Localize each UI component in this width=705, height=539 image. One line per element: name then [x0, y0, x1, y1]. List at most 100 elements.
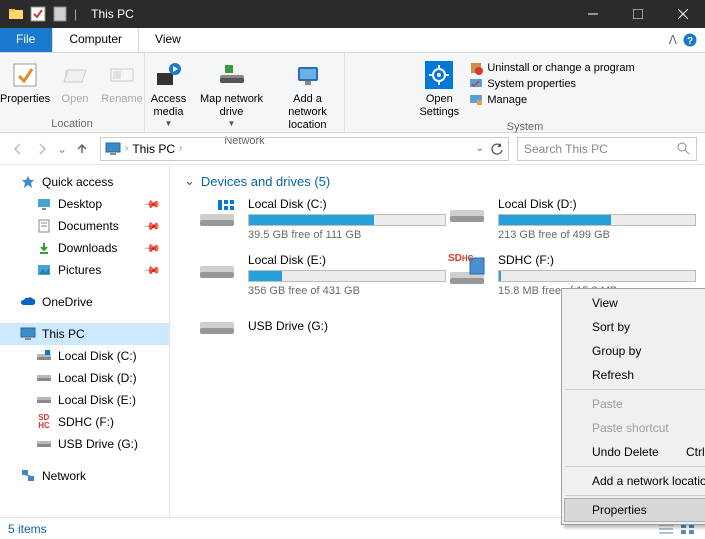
- address-field[interactable]: › This PC › ⌄: [100, 137, 509, 161]
- ribbon-properties[interactable]: Properties: [0, 57, 50, 108]
- ribbon-group-location: Location: [0, 118, 144, 132]
- chevron-down-icon: ⌄: [184, 173, 195, 189]
- tab-file[interactable]: File: [0, 28, 52, 52]
- nav-forward[interactable]: [32, 139, 52, 159]
- downloads-icon: [36, 240, 52, 256]
- sidebar-drive-e[interactable]: Local Disk (E:): [0, 389, 169, 411]
- media-icon: [153, 59, 185, 91]
- minimize-button[interactable]: [570, 0, 615, 28]
- sidebar-documents[interactable]: Documents📌: [0, 215, 169, 237]
- ribbon-map-drive[interactable]: Map network drive ▼: [198, 57, 266, 131]
- uninstall-icon: [469, 61, 483, 75]
- documents-icon: [36, 218, 52, 234]
- nav-back[interactable]: [8, 139, 28, 159]
- drive-item-e[interactable]: Local Disk (E:)356 GB free of 431 GB: [196, 253, 446, 297]
- sdhc-icon: SDHC: [36, 414, 52, 430]
- sidebar-drive-d[interactable]: Local Disk (D:): [0, 367, 169, 389]
- context-view[interactable]: View▶: [564, 291, 705, 315]
- usb-icon: [36, 436, 52, 452]
- drive-icon: [36, 392, 52, 408]
- close-button[interactable]: [660, 0, 705, 28]
- ribbon-access-media[interactable]: Access media ▼: [146, 57, 192, 131]
- thispc-icon: [105, 141, 121, 157]
- ribbon-uninstall[interactable]: Uninstall or change a program: [469, 61, 634, 75]
- status-item-count: 5 items: [8, 522, 47, 536]
- pictures-icon: [36, 262, 52, 278]
- properties-check-icon[interactable]: [30, 6, 46, 22]
- breadcrumb-thispc[interactable]: This PC: [132, 142, 175, 156]
- maximize-button[interactable]: [615, 0, 660, 28]
- desktop-icon: [36, 196, 52, 212]
- refresh-icon[interactable]: [490, 142, 504, 156]
- search-placeholder: Search This PC: [524, 142, 608, 156]
- window-title: This PC: [91, 7, 134, 21]
- context-add-network-location[interactable]: Add a network location: [564, 469, 705, 493]
- ribbon-open-settings[interactable]: Open Settings: [415, 57, 463, 121]
- svg-text:?: ?: [687, 36, 693, 47]
- content-area[interactable]: ⌄ Devices and drives (5) Local Disk (C:)…: [170, 165, 705, 517]
- ribbon-system-properties[interactable]: System properties: [469, 77, 634, 91]
- ribbon-rename: Rename: [100, 57, 144, 108]
- system-props-icon: [469, 77, 483, 91]
- drive-icon: [36, 370, 52, 386]
- collapse-ribbon-icon[interactable]: ᐱ: [669, 33, 677, 47]
- sidebar-downloads[interactable]: Downloads📌: [0, 237, 169, 259]
- properties-icon: [9, 59, 41, 91]
- map-drive-icon: [216, 59, 248, 91]
- manage-icon: [469, 93, 483, 107]
- sidebar-network[interactable]: Network: [0, 465, 169, 487]
- tab-computer[interactable]: Computer: [52, 28, 139, 52]
- titlebar: | This PC: [0, 0, 705, 28]
- context-sort-by[interactable]: Sort by▶: [564, 315, 705, 339]
- sidebar-onedrive[interactable]: OneDrive: [0, 291, 169, 313]
- address-bar: ⌄ › This PC › ⌄ Search This PC: [0, 133, 705, 165]
- sdhc-drive-icon: SDHC: [446, 253, 488, 289]
- search-box[interactable]: Search This PC: [517, 137, 697, 161]
- drive-icon: [196, 197, 238, 233]
- ribbon-add-netloc[interactable]: Add a network location: [272, 57, 344, 135]
- drive-icon: [36, 348, 52, 364]
- context-menu: View▶ Sort by▶ Group by▶ Refresh Paste P…: [561, 288, 705, 525]
- drive-icon: [196, 253, 238, 289]
- drive-item-d[interactable]: Local Disk (D:)213 GB free of 499 GB: [446, 197, 696, 241]
- cloud-icon: [20, 294, 36, 310]
- context-paste-shortcut: Paste shortcut: [564, 416, 705, 440]
- ribbon: Properties Open Rename Location Access m…: [0, 53, 705, 133]
- ribbon-open: Open: [56, 57, 94, 108]
- ribbon-group-system: System: [345, 121, 705, 135]
- tab-view[interactable]: View: [139, 28, 198, 52]
- nav-up[interactable]: [72, 139, 92, 159]
- network-icon: [20, 468, 36, 484]
- drive-item-g[interactable]: USB Drive (G:): [196, 309, 446, 345]
- usb-drive-icon: [196, 309, 238, 345]
- pin-icon: 📌: [143, 195, 162, 214]
- sidebar-pictures[interactable]: Pictures📌: [0, 259, 169, 281]
- sidebar-desktop[interactable]: Desktop📌: [0, 193, 169, 215]
- address-dropdown[interactable]: ⌄: [476, 143, 484, 154]
- section-header[interactable]: ⌄ Devices and drives (5): [178, 173, 705, 189]
- tabs-bar: File Computer View ᐱ ?: [0, 28, 705, 53]
- sidebar-drive-c[interactable]: Local Disk (C:): [0, 345, 169, 367]
- rename-icon: [106, 59, 138, 91]
- settings-gear-icon: [423, 59, 455, 91]
- pin-icon: 📌: [143, 261, 162, 280]
- sidebar-thispc[interactable]: This PC: [0, 323, 169, 345]
- context-undo-delete[interactable]: Undo DeleteCtrl+Z: [564, 440, 705, 464]
- drive-item-c[interactable]: Local Disk (C:)39.5 GB free of 111 GB: [196, 197, 446, 241]
- context-properties[interactable]: Properties: [564, 498, 705, 522]
- ribbon-manage[interactable]: Manage: [469, 93, 634, 107]
- nav-recent[interactable]: ⌄: [56, 139, 68, 159]
- pin-icon: 📌: [143, 217, 162, 236]
- sidebar-quick-access[interactable]: Quick access: [0, 171, 169, 193]
- context-group-by[interactable]: Group by▶: [564, 339, 705, 363]
- sidebar-drive-sdhc[interactable]: SDHCSDHC (F:): [0, 411, 169, 433]
- help-icon[interactable]: ?: [683, 33, 697, 47]
- pin-icon: 📌: [143, 239, 162, 258]
- blank-doc-icon[interactable]: [52, 6, 68, 22]
- titlebar-sep: |: [74, 7, 77, 21]
- search-icon: [677, 142, 690, 155]
- sidebar-drive-usb[interactable]: USB Drive (G:): [0, 433, 169, 455]
- context-refresh[interactable]: Refresh: [564, 363, 705, 387]
- context-paste: Paste: [564, 392, 705, 416]
- open-folder-icon: [59, 59, 91, 91]
